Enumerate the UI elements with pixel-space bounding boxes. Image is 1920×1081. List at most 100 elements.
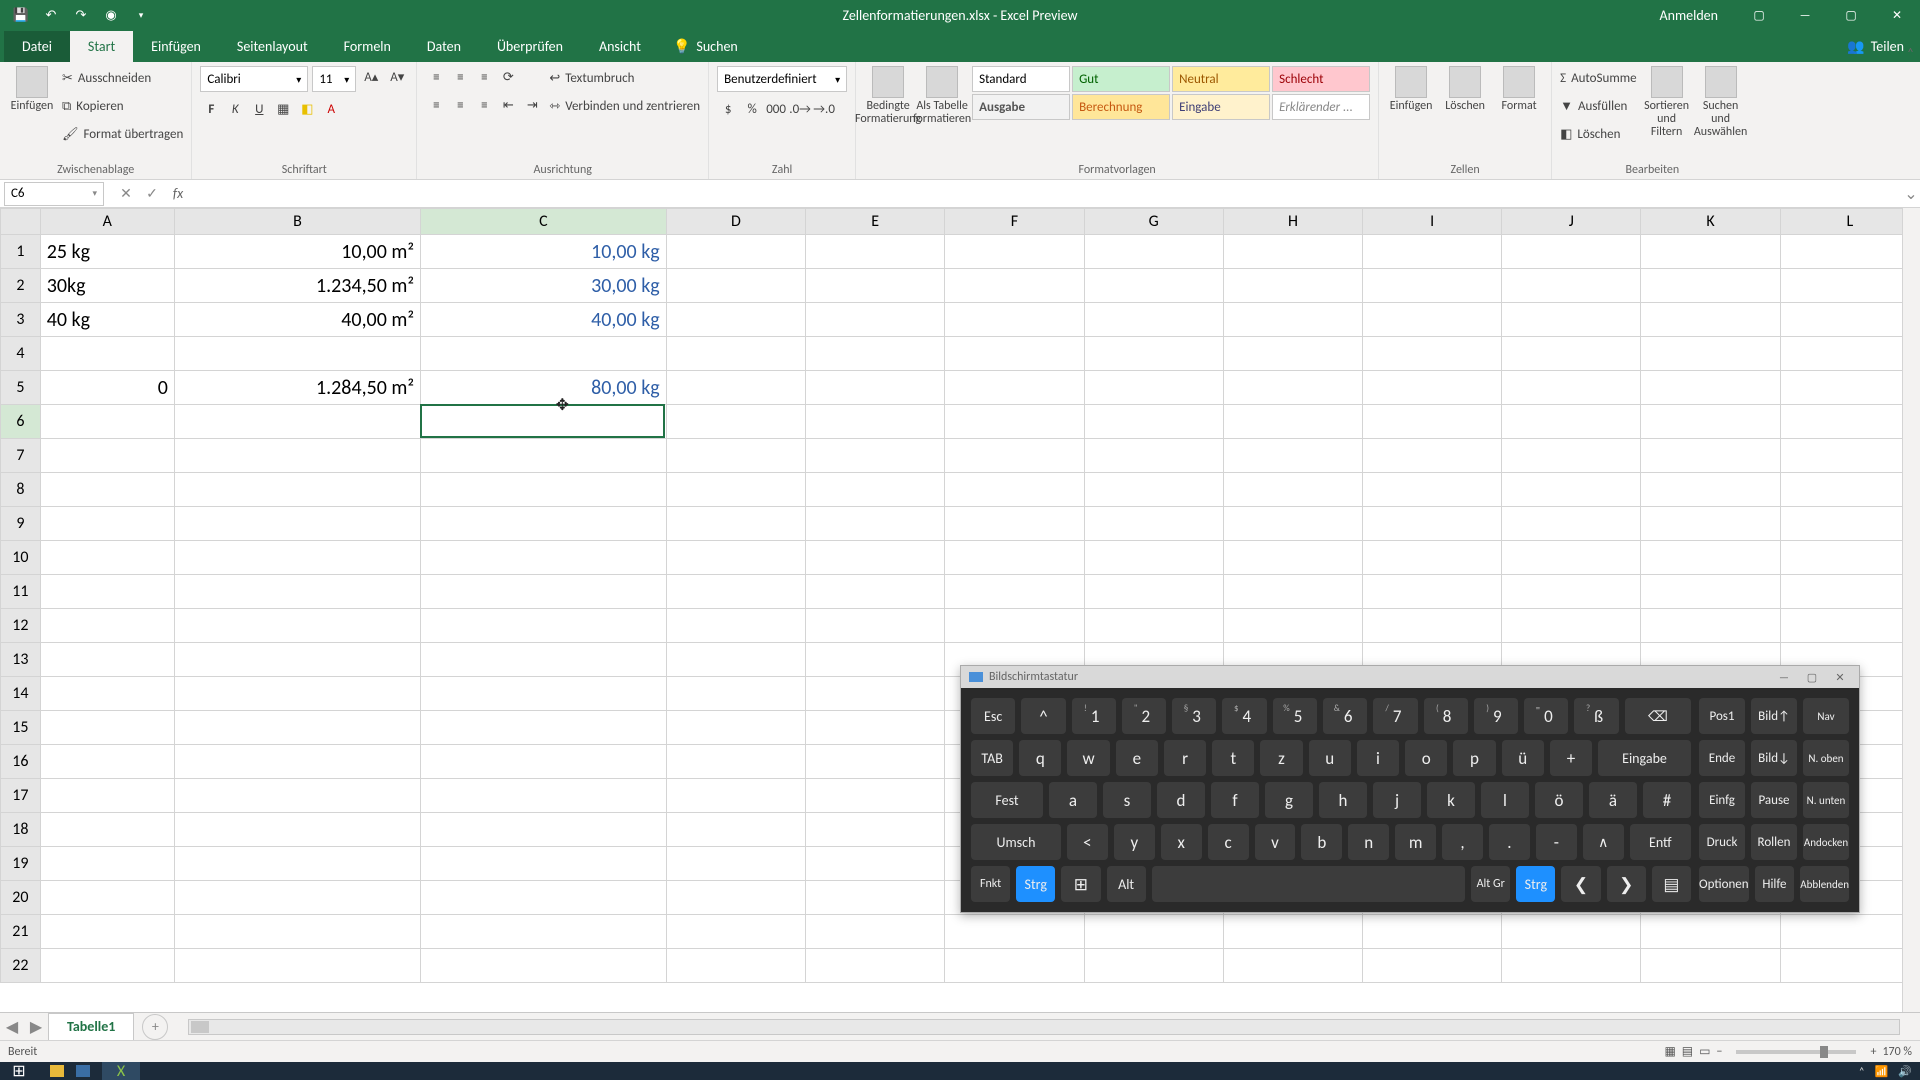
undo-icon[interactable]: ↶ (42, 7, 60, 25)
osk-sidekey-Pos1[interactable]: Pos1 (1699, 698, 1745, 734)
cell-C21[interactable] (421, 915, 667, 949)
cell-A11[interactable] (40, 575, 174, 609)
cell-A7[interactable] (40, 439, 174, 473)
cell-C17[interactable] (421, 779, 667, 813)
cell-B22[interactable] (174, 949, 420, 983)
osk-key-2[interactable]: "2 (1122, 698, 1166, 734)
osk-key-ß[interactable]: ?ß (1574, 698, 1618, 734)
maximize-icon[interactable]: ▢ (1828, 0, 1874, 31)
cancel-formula-icon[interactable]: ✕ (114, 182, 138, 206)
style-erklaerender[interactable]: Erklärender ... (1272, 94, 1370, 120)
cell-J3[interactable] (1502, 303, 1641, 337)
cell-L1[interactable] (1780, 235, 1919, 269)
cell-H2[interactable] (1223, 269, 1362, 303)
cell-C2[interactable]: 30,00 kg (421, 269, 667, 303)
cell-C5[interactable]: 80,00 kg (421, 371, 667, 405)
wrap-text-button[interactable]: ↩Textumbruch (549, 66, 700, 90)
cell-E11[interactable] (806, 575, 945, 609)
paste-button[interactable]: Einfügen (8, 66, 56, 113)
cell-D17[interactable] (666, 779, 805, 813)
row-header-7[interactable]: 7 (1, 439, 41, 473)
col-header-K[interactable]: K (1641, 209, 1780, 235)
cell-E19[interactable] (806, 847, 945, 881)
osk-key-^[interactable]: ^ (1021, 698, 1065, 734)
osk-key-c[interactable]: c (1208, 824, 1249, 860)
osk-key-d[interactable]: d (1157, 782, 1205, 818)
osk-sidekey-Rollen[interactable]: Rollen (1751, 824, 1797, 860)
cell-L3[interactable] (1780, 303, 1919, 337)
style-standard[interactable]: Standard (972, 66, 1070, 92)
osk-key-⊞[interactable]: ⊞ (1061, 866, 1100, 902)
cell-B15[interactable] (174, 711, 420, 745)
cell-H22[interactable] (1223, 949, 1362, 983)
cell-L4[interactable] (1780, 337, 1919, 371)
cell-E3[interactable] (806, 303, 945, 337)
osk-key-k[interactable]: k (1427, 782, 1475, 818)
taskbar-excel[interactable]: X (102, 1062, 140, 1080)
cell-J1[interactable] (1502, 235, 1641, 269)
osk-key-t[interactable]: t (1212, 740, 1254, 776)
col-header-A[interactable]: A (40, 209, 174, 235)
cell-D11[interactable] (666, 575, 805, 609)
indent-dec-button[interactable]: ⇤ (497, 94, 519, 116)
cell-J10[interactable] (1502, 541, 1641, 575)
cell-F8[interactable] (945, 473, 1084, 507)
tab-formulas[interactable]: Formeln (326, 31, 409, 62)
osk-key-8[interactable]: (8 (1424, 698, 1468, 734)
osk-key-9[interactable]: )9 (1474, 698, 1518, 734)
insert-cells-button[interactable]: Einfügen (1387, 66, 1435, 113)
cell-D2[interactable] (666, 269, 805, 303)
cell-C16[interactable] (421, 745, 667, 779)
osk-sidekey-N. oben[interactable]: N. oben (1803, 740, 1849, 776)
cell-B6[interactable] (174, 405, 420, 439)
align-bottom-button[interactable]: ≡ (473, 66, 495, 88)
cell-D10[interactable] (666, 541, 805, 575)
osk-key-Esc[interactable]: Esc (971, 698, 1015, 734)
cell-A13[interactable] (40, 643, 174, 677)
cell-K11[interactable] (1641, 575, 1780, 609)
osk-sidekey-Abblenden[interactable]: Abblenden (1800, 866, 1849, 902)
formula-input[interactable] (196, 182, 1902, 206)
tab-pagelayout[interactable]: Seitenlayout (219, 31, 326, 62)
cell-H1[interactable] (1223, 235, 1362, 269)
collapse-ribbon-icon[interactable]: ˄ (1907, 46, 1914, 61)
cell-H21[interactable] (1223, 915, 1362, 949)
zoom-in-button[interactable]: + (1870, 1045, 1876, 1059)
cell-J7[interactable] (1502, 439, 1641, 473)
format-cells-button[interactable]: Format (1495, 66, 1543, 113)
cell-D14[interactable] (666, 677, 805, 711)
cell-K10[interactable] (1641, 541, 1780, 575)
sheet-tab-1[interactable]: Tabelle1 (48, 1013, 134, 1041)
osk-key-ä[interactable]: ä (1589, 782, 1637, 818)
clear-button[interactable]: ◧Löschen (1560, 122, 1636, 146)
cell-D1[interactable] (666, 235, 805, 269)
cell-G11[interactable] (1084, 575, 1223, 609)
cell-D20[interactable] (666, 881, 805, 915)
zoom-slider[interactable] (1736, 1050, 1856, 1054)
osk-key-.[interactable]: . (1489, 824, 1530, 860)
cell-I21[interactable] (1363, 915, 1502, 949)
cell-G12[interactable] (1084, 609, 1223, 643)
osk-key-1[interactable]: !1 (1072, 698, 1116, 734)
cell-I1[interactable] (1363, 235, 1502, 269)
cell-B9[interactable] (174, 507, 420, 541)
cell-L2[interactable] (1780, 269, 1919, 303)
cell-J4[interactable] (1502, 337, 1641, 371)
cell-D4[interactable] (666, 337, 805, 371)
cell-J6[interactable] (1502, 405, 1641, 439)
cell-G8[interactable] (1084, 473, 1223, 507)
find-select-button[interactable]: Suchen und Auswählen (1697, 66, 1745, 140)
osk-key-Eingabe[interactable]: Eingabe (1598, 740, 1691, 776)
sort-filter-button[interactable]: Sortieren und Filtern (1643, 66, 1691, 140)
cell-C7[interactable] (421, 439, 667, 473)
osk-key-❯[interactable]: ❯ (1607, 866, 1646, 902)
row-header-1[interactable]: 1 (1, 235, 41, 269)
cell-B20[interactable] (174, 881, 420, 915)
cell-B8[interactable] (174, 473, 420, 507)
cell-I8[interactable] (1363, 473, 1502, 507)
autosum-button[interactable]: ΣAutoSumme (1560, 66, 1636, 90)
cell-A15[interactable] (40, 711, 174, 745)
cell-E1[interactable] (806, 235, 945, 269)
cell-D9[interactable] (666, 507, 805, 541)
cell-C10[interactable] (421, 541, 667, 575)
